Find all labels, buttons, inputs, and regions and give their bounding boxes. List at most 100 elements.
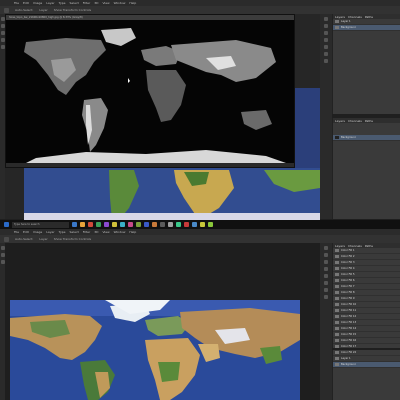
- menu-3d[interactable]: 3D: [94, 1, 98, 5]
- menu-layer[interactable]: Layer: [46, 1, 54, 5]
- tab-channels[interactable]: Channels: [348, 119, 362, 123]
- menu-type[interactable]: Type: [59, 230, 66, 234]
- taskbar-app-icon[interactable]: [120, 222, 125, 227]
- layer-row[interactable]: Color Fill 17: [333, 344, 400, 348]
- paragraph-icon[interactable]: [324, 281, 328, 285]
- taskbar-app-icon[interactable]: [160, 222, 165, 227]
- menu-edit[interactable]: Edit: [23, 230, 29, 234]
- menu-layer[interactable]: Layer: [46, 230, 54, 234]
- character-icon[interactable]: [324, 274, 328, 278]
- menu-help[interactable]: Help: [129, 1, 136, 5]
- menu-3d[interactable]: 3D: [94, 230, 98, 234]
- taskbar-app-icon[interactable]: [152, 222, 157, 227]
- brush-settings-icon[interactable]: [324, 38, 328, 42]
- layer-thumbnail: [335, 291, 339, 294]
- layer-thumbnail: [335, 26, 339, 29]
- layer-thumbnail: [335, 20, 339, 23]
- bottom-options-bar: Auto-Select: Layer Show Transform Contro…: [0, 235, 400, 243]
- taskbar-app-icon[interactable]: [192, 222, 197, 227]
- crop-tool-icon[interactable]: [0, 38, 5, 42]
- taskbar-app-icon[interactable]: [88, 222, 93, 227]
- paragraph-icon[interactable]: [324, 52, 328, 56]
- layer-thumbnail: [335, 315, 339, 318]
- taskbar-app-icon[interactable]: [104, 222, 109, 227]
- taskbar-search-box[interactable]: Type here to search: [12, 221, 69, 228]
- layer-thumbnail: [335, 279, 339, 282]
- move-tool-icon[interactable]: [0, 246, 5, 250]
- move-tool-icon[interactable]: [0, 17, 5, 21]
- menu-image[interactable]: Image: [33, 1, 42, 5]
- brush-tool-icon[interactable]: [0, 45, 5, 49]
- taskbar-app-icon[interactable]: [80, 222, 85, 227]
- taskbar-app-icon[interactable]: [184, 222, 189, 227]
- tab-channels[interactable]: Channels: [348, 244, 362, 248]
- taskbar-app-icon[interactable]: [112, 222, 117, 227]
- marquee-tool-icon[interactable]: [0, 253, 5, 257]
- menu-view[interactable]: View: [102, 1, 109, 5]
- tab-layers[interactable]: Layers: [335, 244, 345, 248]
- layer-thumbnail: [335, 273, 339, 276]
- taskbar-app-icon[interactable]: [96, 222, 101, 227]
- transform-controls-checkbox[interactable]: Show Transform Controls: [54, 237, 91, 241]
- menu-view[interactable]: View: [102, 230, 109, 234]
- brush-settings-icon[interactable]: [324, 267, 328, 271]
- swatches-icon[interactable]: [324, 288, 328, 292]
- properties-icon[interactable]: [324, 24, 328, 28]
- taskbar-app-icon[interactable]: [168, 222, 173, 227]
- tab-layers[interactable]: Layers: [335, 119, 345, 123]
- layer-row[interactable]: Background: [333, 362, 400, 368]
- tab-paths[interactable]: Paths: [365, 119, 373, 123]
- start-button-icon[interactable]: [4, 222, 9, 227]
- taskbar-app-icon[interactable]: [72, 222, 77, 227]
- menu-type[interactable]: Type: [59, 1, 66, 5]
- menu-window[interactable]: Window: [114, 1, 126, 5]
- history-icon[interactable]: [324, 246, 328, 250]
- tab-paths[interactable]: Paths: [365, 244, 373, 248]
- libraries-icon[interactable]: [324, 295, 328, 299]
- taskbar-app-icon[interactable]: [128, 222, 133, 227]
- menu-select[interactable]: Select: [70, 230, 79, 234]
- taskbar-app-icon[interactable]: [200, 222, 205, 227]
- layer-thumbnail: [335, 255, 339, 258]
- layer-list: Color Fill 1 Color Fill 2 Color Fill 3 Colo…: [333, 248, 400, 348]
- layer-thumbnail: [335, 309, 339, 312]
- layer-thumbnail: [335, 327, 339, 330]
- taskbar-app-icon[interactable]: [176, 222, 181, 227]
- tab-channels[interactable]: Channels: [348, 15, 362, 19]
- menu-window[interactable]: Window: [114, 230, 126, 234]
- layer-thumbnail: [335, 285, 339, 288]
- menu-file[interactable]: File: [14, 230, 19, 234]
- character-icon[interactable]: [324, 45, 328, 49]
- marquee-tool-icon[interactable]: [0, 24, 5, 28]
- move-tool-icon[interactable]: [4, 7, 9, 13]
- menu-edit[interactable]: Edit: [23, 1, 29, 5]
- menu-filter[interactable]: Filter: [83, 1, 90, 5]
- menu-help[interactable]: Help: [129, 230, 136, 234]
- lasso-tool-icon[interactable]: [0, 31, 5, 35]
- taskbar-app-icon[interactable]: [136, 222, 141, 227]
- adjustments-icon[interactable]: [324, 31, 328, 35]
- menu-image[interactable]: Image: [33, 230, 42, 234]
- auto-select-dropdown[interactable]: Layer: [39, 8, 47, 12]
- lasso-tool-icon[interactable]: [0, 260, 5, 264]
- tab-paths[interactable]: Paths: [365, 15, 373, 19]
- adjustments-icon[interactable]: [324, 260, 328, 264]
- swatches-icon[interactable]: [324, 59, 328, 63]
- history-icon[interactable]: [324, 17, 328, 21]
- windows-taskbar: Type here to search: [0, 220, 400, 229]
- bottom-lower-panel: Color Fill 22 Layer 1 Background: [332, 350, 400, 400]
- move-tool-icon[interactable]: [4, 236, 9, 242]
- taskbar-app-icons: [72, 222, 213, 227]
- transform-controls-checkbox[interactable]: Show Transform Controls: [54, 8, 91, 12]
- taskbar-app-icon[interactable]: [144, 222, 149, 227]
- tab-layers[interactable]: Layers: [335, 15, 345, 19]
- menu-filter[interactable]: Filter: [83, 230, 90, 234]
- menu-file[interactable]: File: [14, 1, 19, 5]
- menu-select[interactable]: Select: [70, 1, 79, 5]
- layer-row[interactable]: Background: [333, 135, 400, 141]
- bottom-document-canvas: [10, 300, 300, 400]
- auto-select-dropdown[interactable]: Layer: [39, 237, 47, 241]
- properties-icon[interactable]: [324, 253, 328, 257]
- taskbar-app-icon[interactable]: [208, 222, 213, 227]
- layer-row[interactable]: Background: [333, 25, 400, 31]
